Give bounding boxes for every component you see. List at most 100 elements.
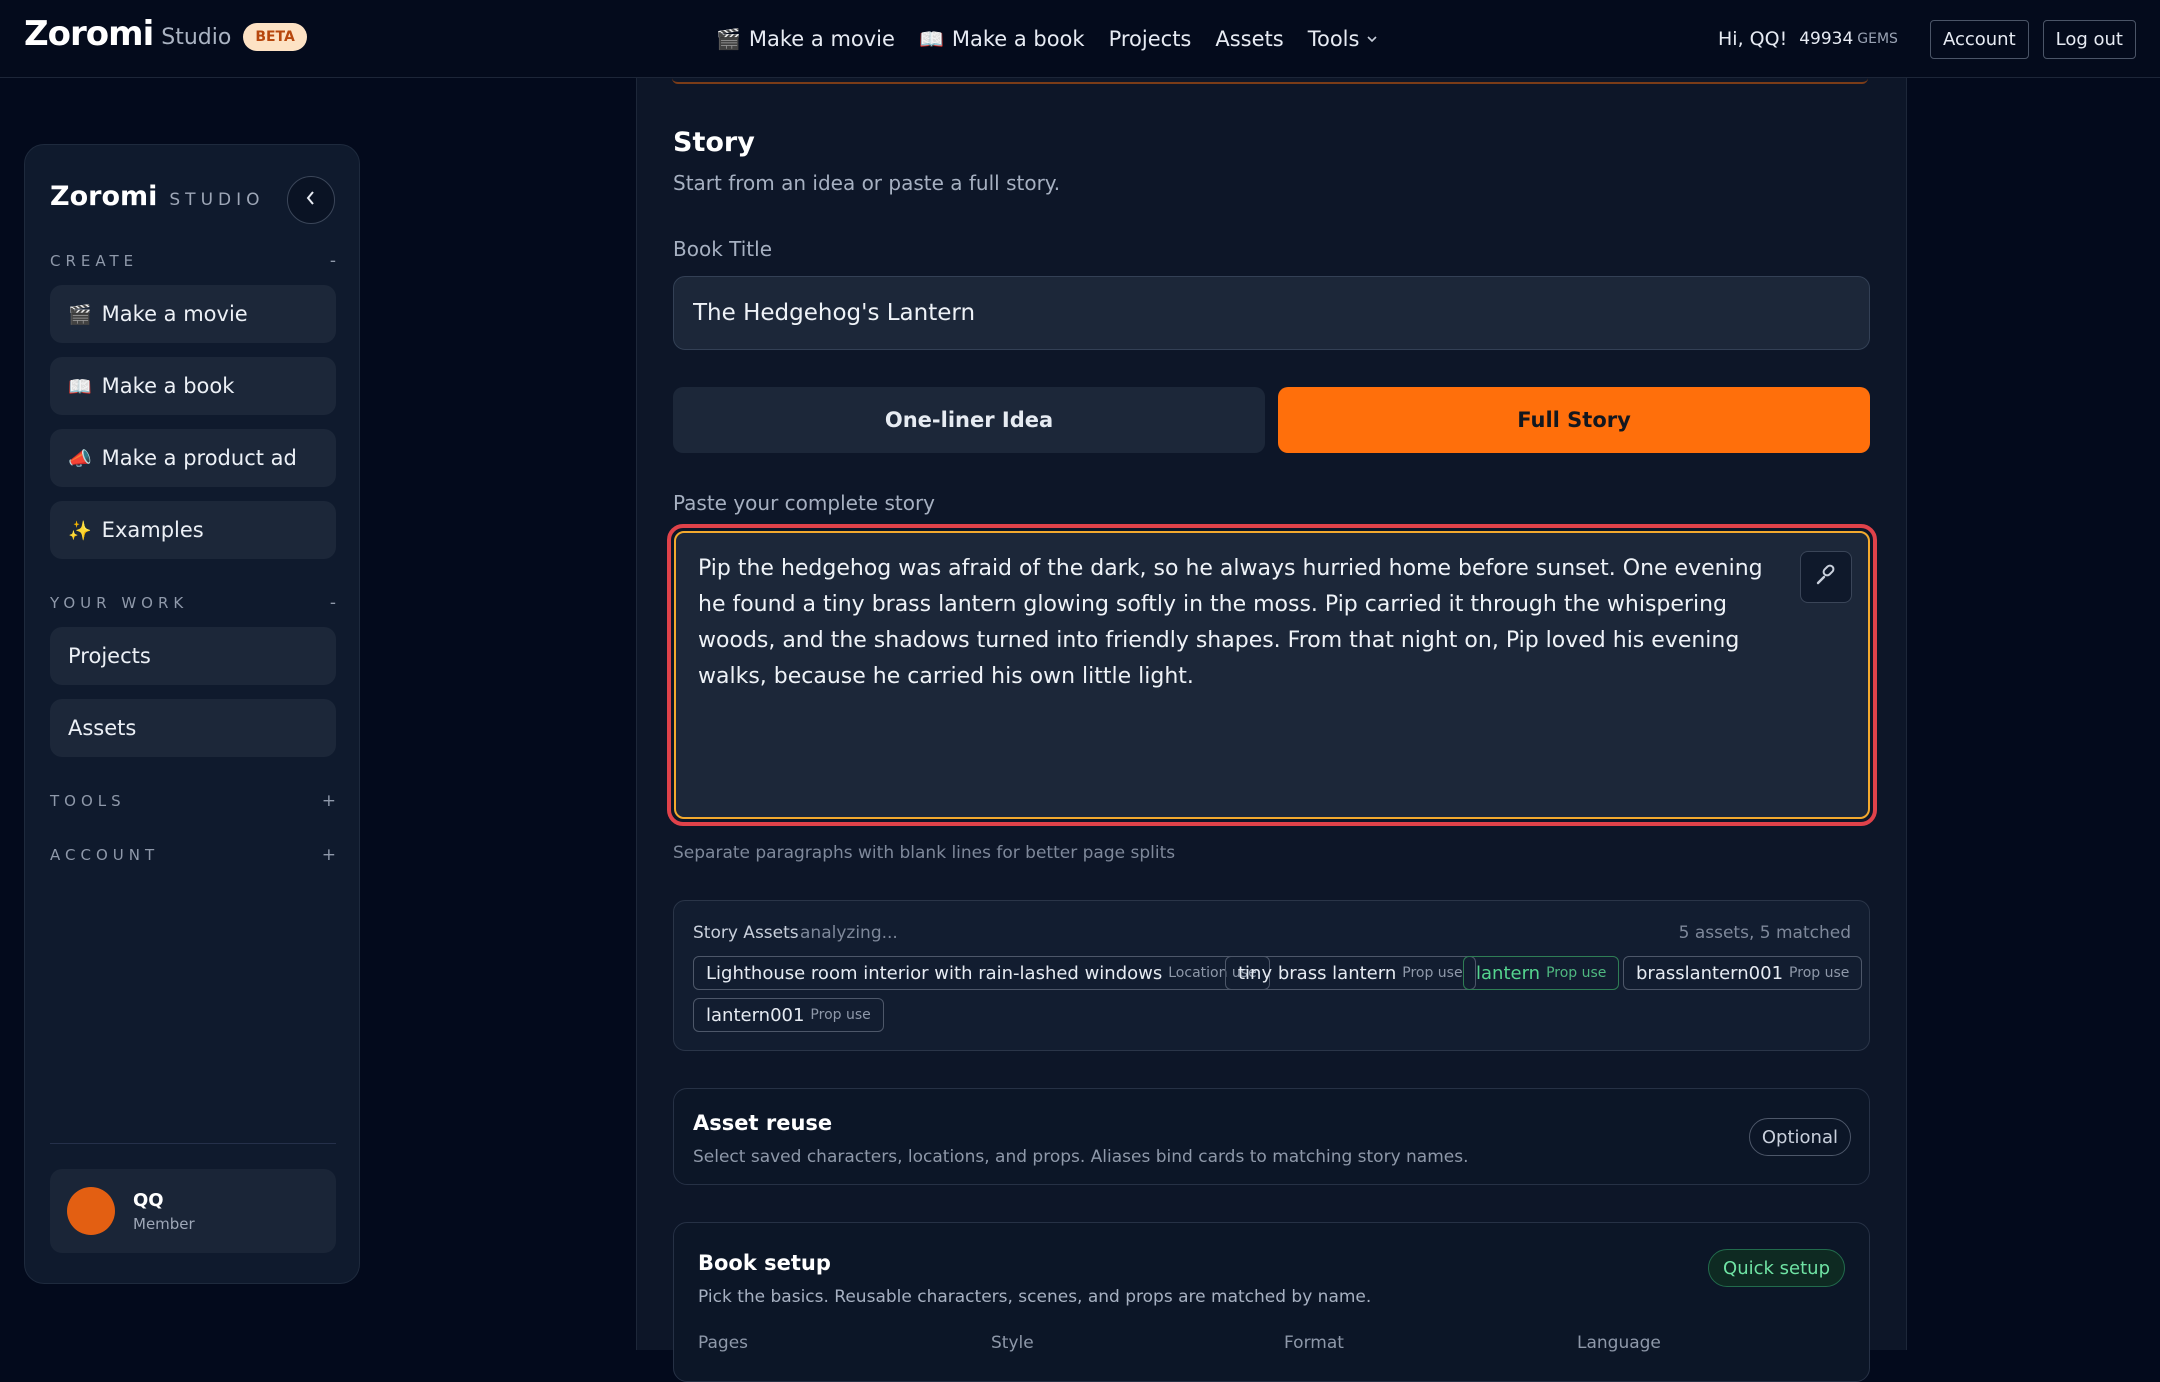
sidebar-item-make-book[interactable]: 📖 Make a book	[50, 357, 336, 415]
book-icon: 📖	[68, 375, 92, 398]
sidebar-item-label: Make a movie	[101, 302, 248, 326]
microphone-icon	[1814, 563, 1838, 591]
asset-chip-name: lantern	[1476, 962, 1541, 984]
brand[interactable]: Zoromi Studio BETA	[24, 14, 307, 54]
brand-logo: Zoromi	[24, 14, 154, 54]
sidebar-item-label: Make a product ad	[101, 446, 297, 470]
sidebar-item-label: Examples	[101, 518, 204, 542]
sidebar-brand: Zoromi STUDIO	[50, 181, 265, 212]
sidebar-item-examples[interactable]: ✨ Examples	[50, 501, 336, 559]
book-title-label: Book Title	[673, 237, 772, 261]
top-right: Hi, QQ! 49934 GEMS Account Log out	[1718, 0, 2136, 78]
megaphone-icon: 📣	[68, 447, 92, 470]
nav-projects[interactable]: Projects	[1109, 27, 1192, 51]
story-assets-count: 5 assets, 5 matched	[1678, 923, 1851, 943]
setup-field-style-label: Style	[991, 1333, 1034, 1353]
sidebar-item-label: Make a book	[101, 374, 235, 398]
sidebar-item-assets[interactable]: Assets	[50, 699, 336, 757]
asset-chip[interactable]: lantern001 Prop use	[693, 998, 884, 1032]
asset-chip-kind: Prop use	[1546, 965, 1607, 981]
story-assets-title: Story Assets	[693, 923, 799, 943]
previous-card-edge	[672, 78, 1868, 84]
sidebar-item-projects[interactable]: Projects	[50, 627, 336, 685]
top-nav: 🎬 Make a movie 📖 Make a book Projects As…	[716, 0, 1401, 78]
story-focus-ring: Pip the hedgehog was afraid of the dark,…	[667, 524, 1877, 826]
dictate-button[interactable]	[1800, 551, 1852, 603]
section-create[interactable]: CREATE -	[50, 251, 336, 271]
gems-balance: 49934	[1799, 29, 1854, 49]
sidebar-logo-sub: STUDIO	[169, 190, 265, 210]
story-assets-status: analyzing...	[800, 923, 898, 943]
sidebar-item-label: Assets	[68, 716, 137, 740]
section-account[interactable]: ACCOUNT +	[50, 845, 336, 865]
section-title: ACCOUNT	[50, 846, 160, 864]
clapper-icon: 🎬	[716, 27, 741, 51]
section-title: TOOLS	[50, 792, 126, 810]
asset-reuse-title: Asset reuse	[693, 1111, 833, 1135]
asset-reuse-description: Select saved characters, locations, and …	[693, 1147, 1469, 1167]
beta-badge: BETA	[243, 23, 307, 51]
section-title: YOUR WORK	[50, 594, 189, 612]
sparkles-icon: ✨	[68, 519, 92, 542]
chevron-left-icon	[305, 190, 317, 210]
section-title: CREATE	[50, 252, 139, 270]
section-toggle: -	[329, 251, 336, 271]
collapse-sidebar-button[interactable]	[287, 176, 335, 224]
asset-chip-kind: Prop use	[1789, 965, 1850, 981]
book-icon: 📖	[918, 27, 944, 51]
story-assets-panel: Story Assets analyzing... 5 assets, 5 ma…	[673, 900, 1870, 1051]
asset-chip[interactable]: brasslantern001 Prop use	[1623, 956, 1863, 990]
nav-label: Make a movie	[748, 27, 895, 51]
section-toggle: -	[329, 593, 336, 613]
sidebar-item-label: Projects	[68, 644, 151, 668]
nav-tools-dropdown[interactable]: Tools	[1308, 27, 1378, 51]
nav-label: Make a book	[951, 27, 1085, 51]
avatar	[67, 1187, 115, 1235]
setup-field-format-label: Format	[1284, 1333, 1344, 1353]
story-hint: Separate paragraphs with blank lines for…	[673, 843, 1176, 863]
optional-badge: Optional	[1748, 1118, 1851, 1156]
section-toggle: +	[321, 791, 336, 811]
user-name: QQ	[133, 1189, 164, 1211]
asset-chip-name: brasslantern001	[1636, 962, 1784, 984]
user-meta: QQ Member	[133, 1190, 195, 1233]
asset-chip-name: tiny brass lantern	[1238, 962, 1397, 984]
nav-assets[interactable]: Assets	[1215, 27, 1283, 51]
account-button[interactable]: Account	[1929, 19, 2029, 59]
story-textarea-label: Paste your complete story	[673, 491, 936, 515]
asset-reuse-panel[interactable]: Asset reuse Select saved characters, loc…	[673, 1088, 1870, 1185]
nav-label: Tools	[1307, 27, 1360, 51]
section-tools[interactable]: TOOLS +	[50, 791, 336, 811]
asset-chip-matched[interactable]: lantern Prop use	[1463, 956, 1620, 990]
setup-field-language-label: Language	[1577, 1333, 1661, 1353]
book-title-input[interactable]	[673, 276, 1870, 350]
nav-make-book[interactable]: 📖 Make a book	[919, 27, 1085, 51]
setup-field-pages-label: Pages	[698, 1333, 749, 1353]
mode-full-story-button[interactable]: Full Story	[1278, 387, 1870, 453]
story-textarea[interactable]: Pip the hedgehog was afraid of the dark,…	[674, 531, 1870, 819]
gems-unit: GEMS	[1857, 31, 1898, 47]
page-title: Story	[673, 127, 755, 158]
asset-chip-name: lantern001	[706, 1004, 805, 1026]
nav-make-movie[interactable]: 🎬 Make a movie	[716, 27, 895, 51]
asset-chip[interactable]: tiny brass lantern Prop use	[1225, 956, 1476, 990]
brand-subtitle: Studio	[161, 24, 232, 50]
sidebar-logo: Zoromi	[50, 181, 158, 212]
asset-chip-kind: Prop use	[1402, 965, 1463, 981]
asset-chip-name: Lighthouse room interior with rain-lashe…	[706, 962, 1163, 984]
asset-chip[interactable]: Lighthouse room interior with rain-lashe…	[693, 956, 1270, 990]
user-card[interactable]: QQ Member	[50, 1169, 336, 1253]
asset-chip-kind: Prop use	[810, 1007, 871, 1023]
section-your-work[interactable]: YOUR WORK -	[50, 593, 336, 613]
logout-button[interactable]: Log out	[2042, 19, 2136, 59]
sidebar: Zoromi STUDIO CREATE - 🎬 Make a movie 📖 …	[24, 144, 360, 1284]
book-setup-panel: Book setup Pick the basics. Reusable cha…	[673, 1222, 1870, 1382]
page-subtitle: Start from an idea or paste a full story…	[673, 171, 1061, 195]
book-setup-description: Pick the basics. Reusable characters, sc…	[698, 1287, 1372, 1307]
sidebar-divider	[50, 1143, 336, 1144]
mode-oneliner-button[interactable]: One-liner Idea	[673, 387, 1265, 453]
sidebar-item-make-product-ad[interactable]: 📣 Make a product ad	[50, 429, 336, 487]
sidebar-item-make-movie[interactable]: 🎬 Make a movie	[50, 285, 336, 343]
section-toggle: +	[321, 845, 336, 865]
quick-setup-button[interactable]: Quick setup	[1708, 1249, 1845, 1287]
